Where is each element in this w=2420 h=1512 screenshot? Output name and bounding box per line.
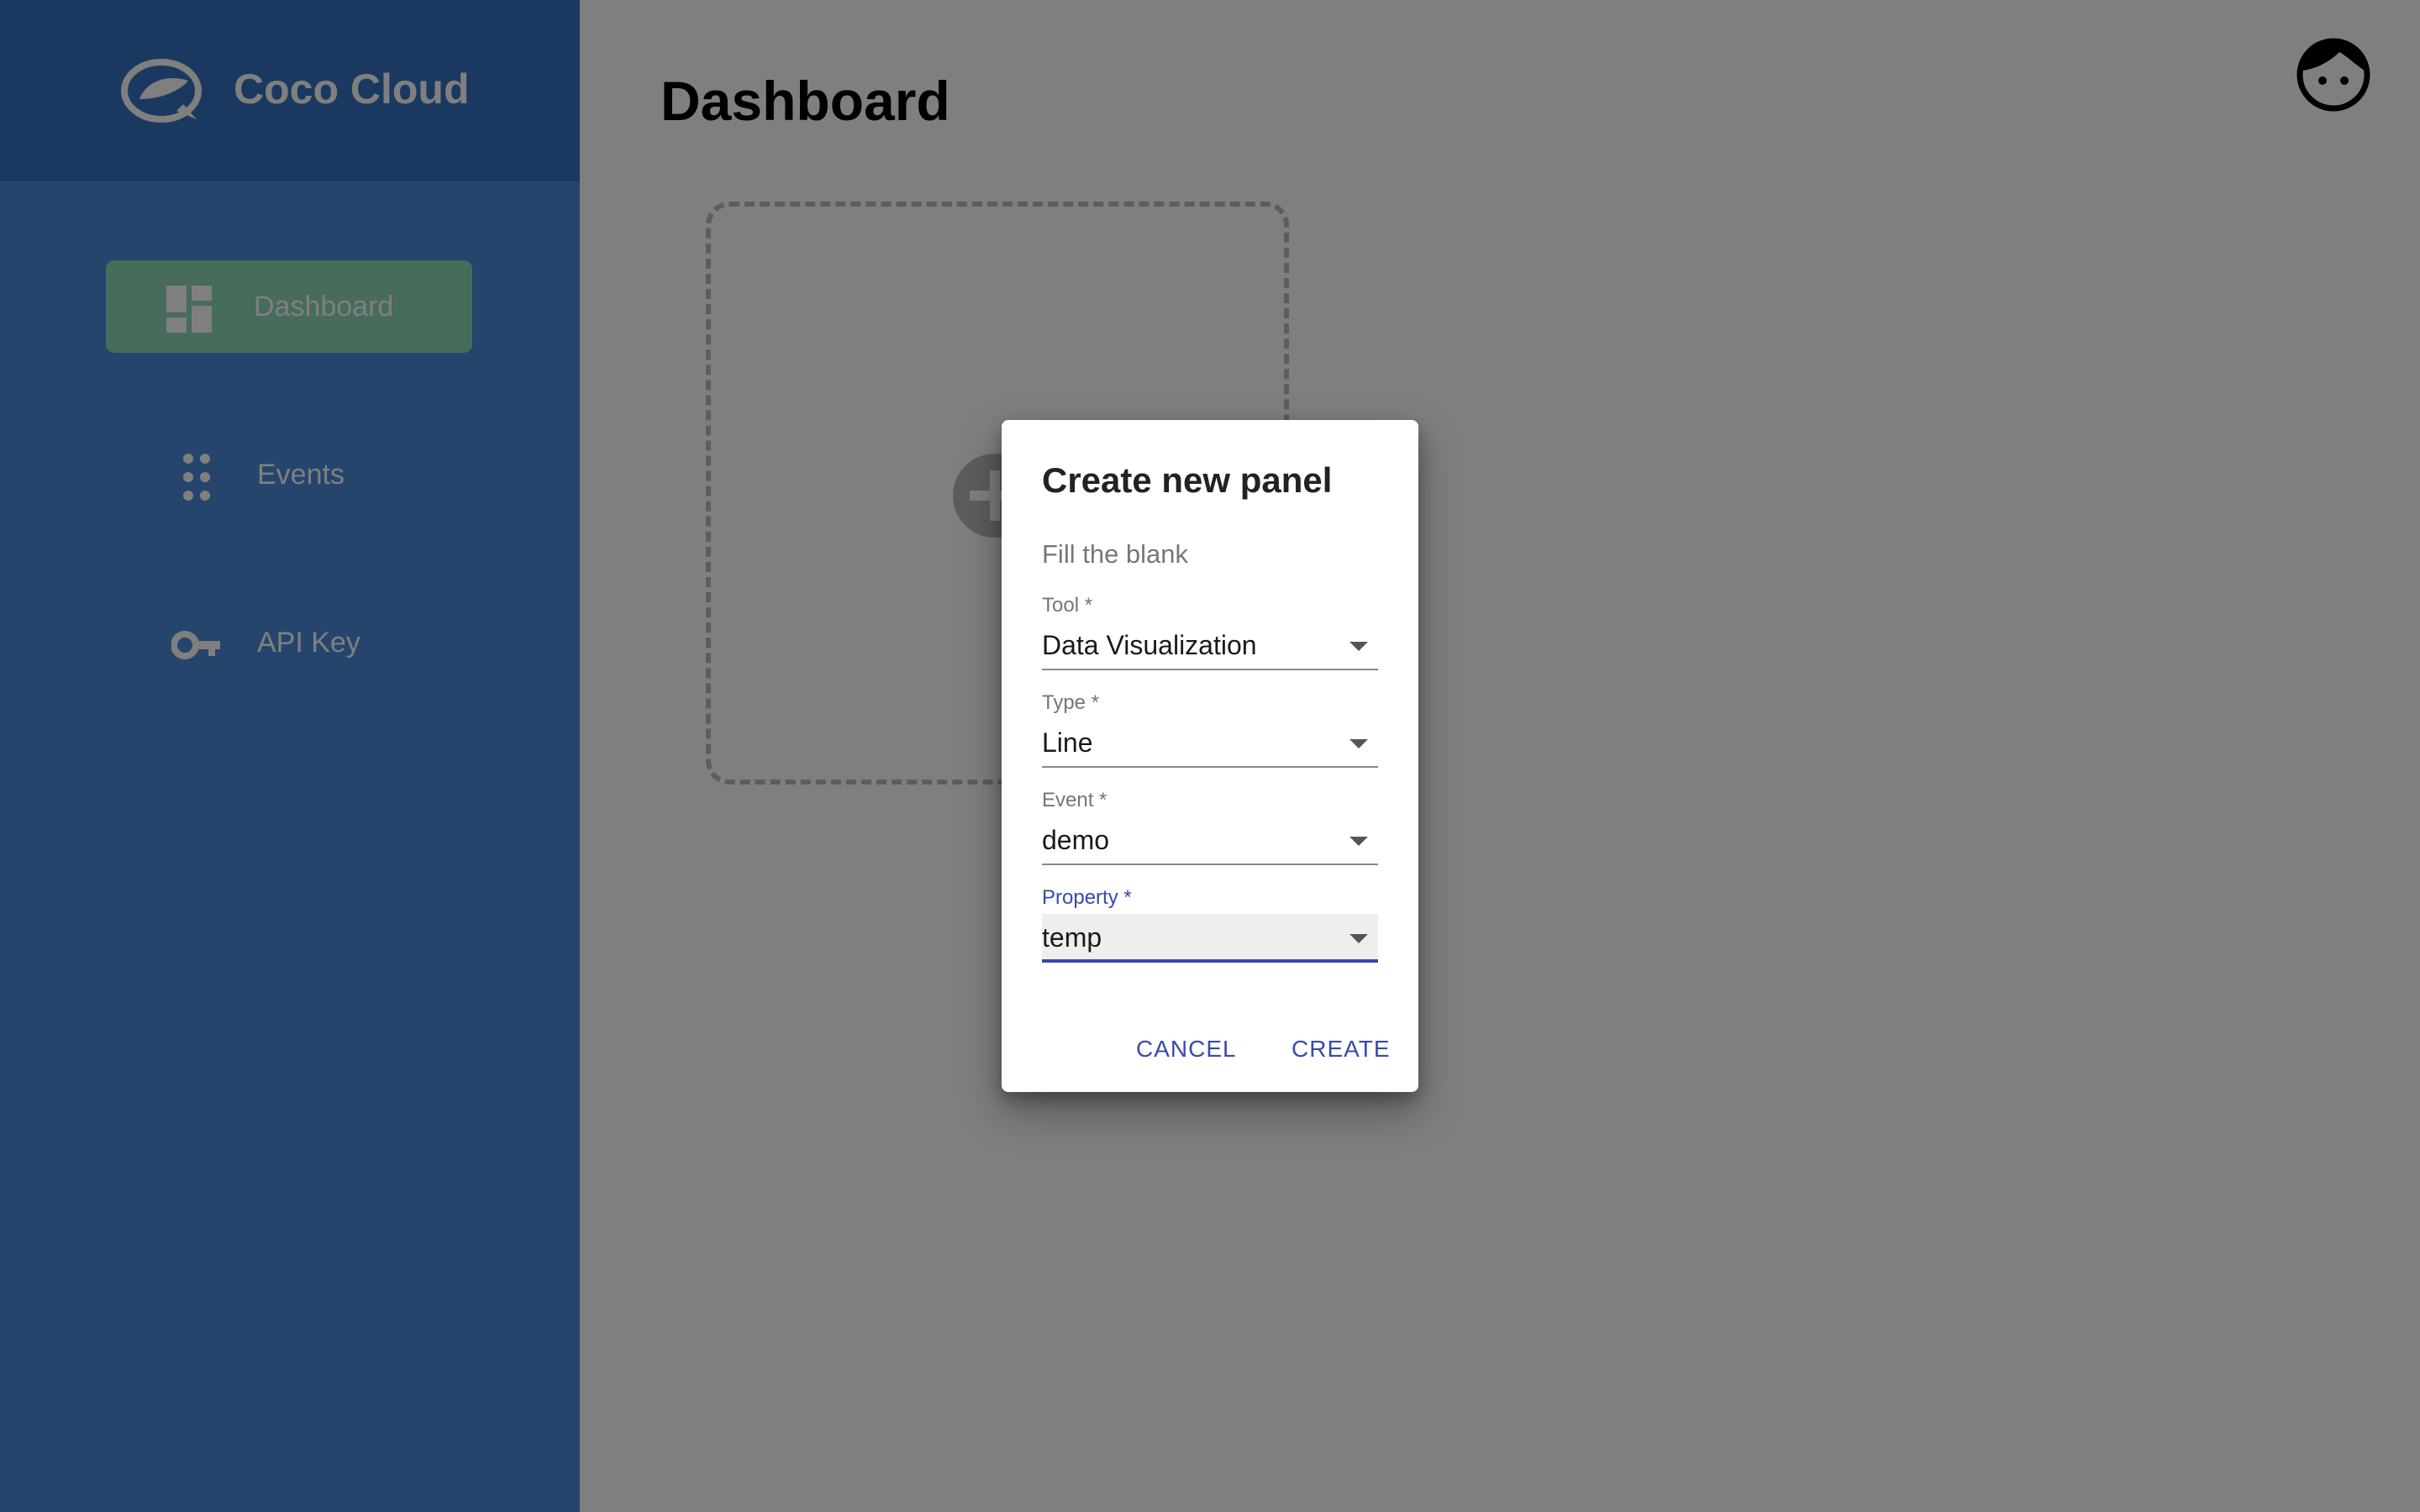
dialog-subtitle: Fill the blank bbox=[1042, 539, 1189, 569]
property-field: Property * temp bbox=[1042, 885, 1378, 978]
event-label: Event * bbox=[1042, 789, 1107, 811]
cancel-button[interactable]: CANCEL bbox=[1136, 1028, 1237, 1070]
tool-value: Data Visualization bbox=[1042, 630, 1257, 660]
type-select[interactable]: Line bbox=[1042, 719, 1378, 768]
property-value: temp bbox=[1042, 922, 1102, 953]
type-label: Type * bbox=[1042, 691, 1100, 714]
chevron-down-icon bbox=[1349, 837, 1368, 846]
chevron-down-icon bbox=[1349, 934, 1368, 943]
tool-field: Tool * Data Visualization bbox=[1042, 593, 1378, 685]
event-field: Event * demo bbox=[1042, 788, 1378, 880]
type-field: Type * Line bbox=[1042, 690, 1378, 783]
create-button[interactable]: CREATE bbox=[1292, 1028, 1391, 1070]
event-value: demo bbox=[1042, 825, 1110, 855]
dialog-title: Create new panel bbox=[1042, 460, 1333, 500]
chevron-down-icon bbox=[1349, 739, 1368, 748]
property-select[interactable]: temp bbox=[1042, 914, 1378, 963]
tool-label: Tool * bbox=[1042, 594, 1093, 617]
create-panel-dialog: Create new panel Fill the blank Tool * D… bbox=[1002, 420, 1418, 1092]
event-select[interactable]: demo bbox=[1042, 816, 1378, 865]
app: Coco Cloud Dashboard Events bbox=[0, 0, 2420, 1512]
chevron-down-icon bbox=[1349, 642, 1368, 651]
tool-select[interactable]: Data Visualization bbox=[1042, 622, 1378, 670]
type-value: Line bbox=[1042, 727, 1093, 758]
property-label: Property * bbox=[1042, 886, 1132, 909]
